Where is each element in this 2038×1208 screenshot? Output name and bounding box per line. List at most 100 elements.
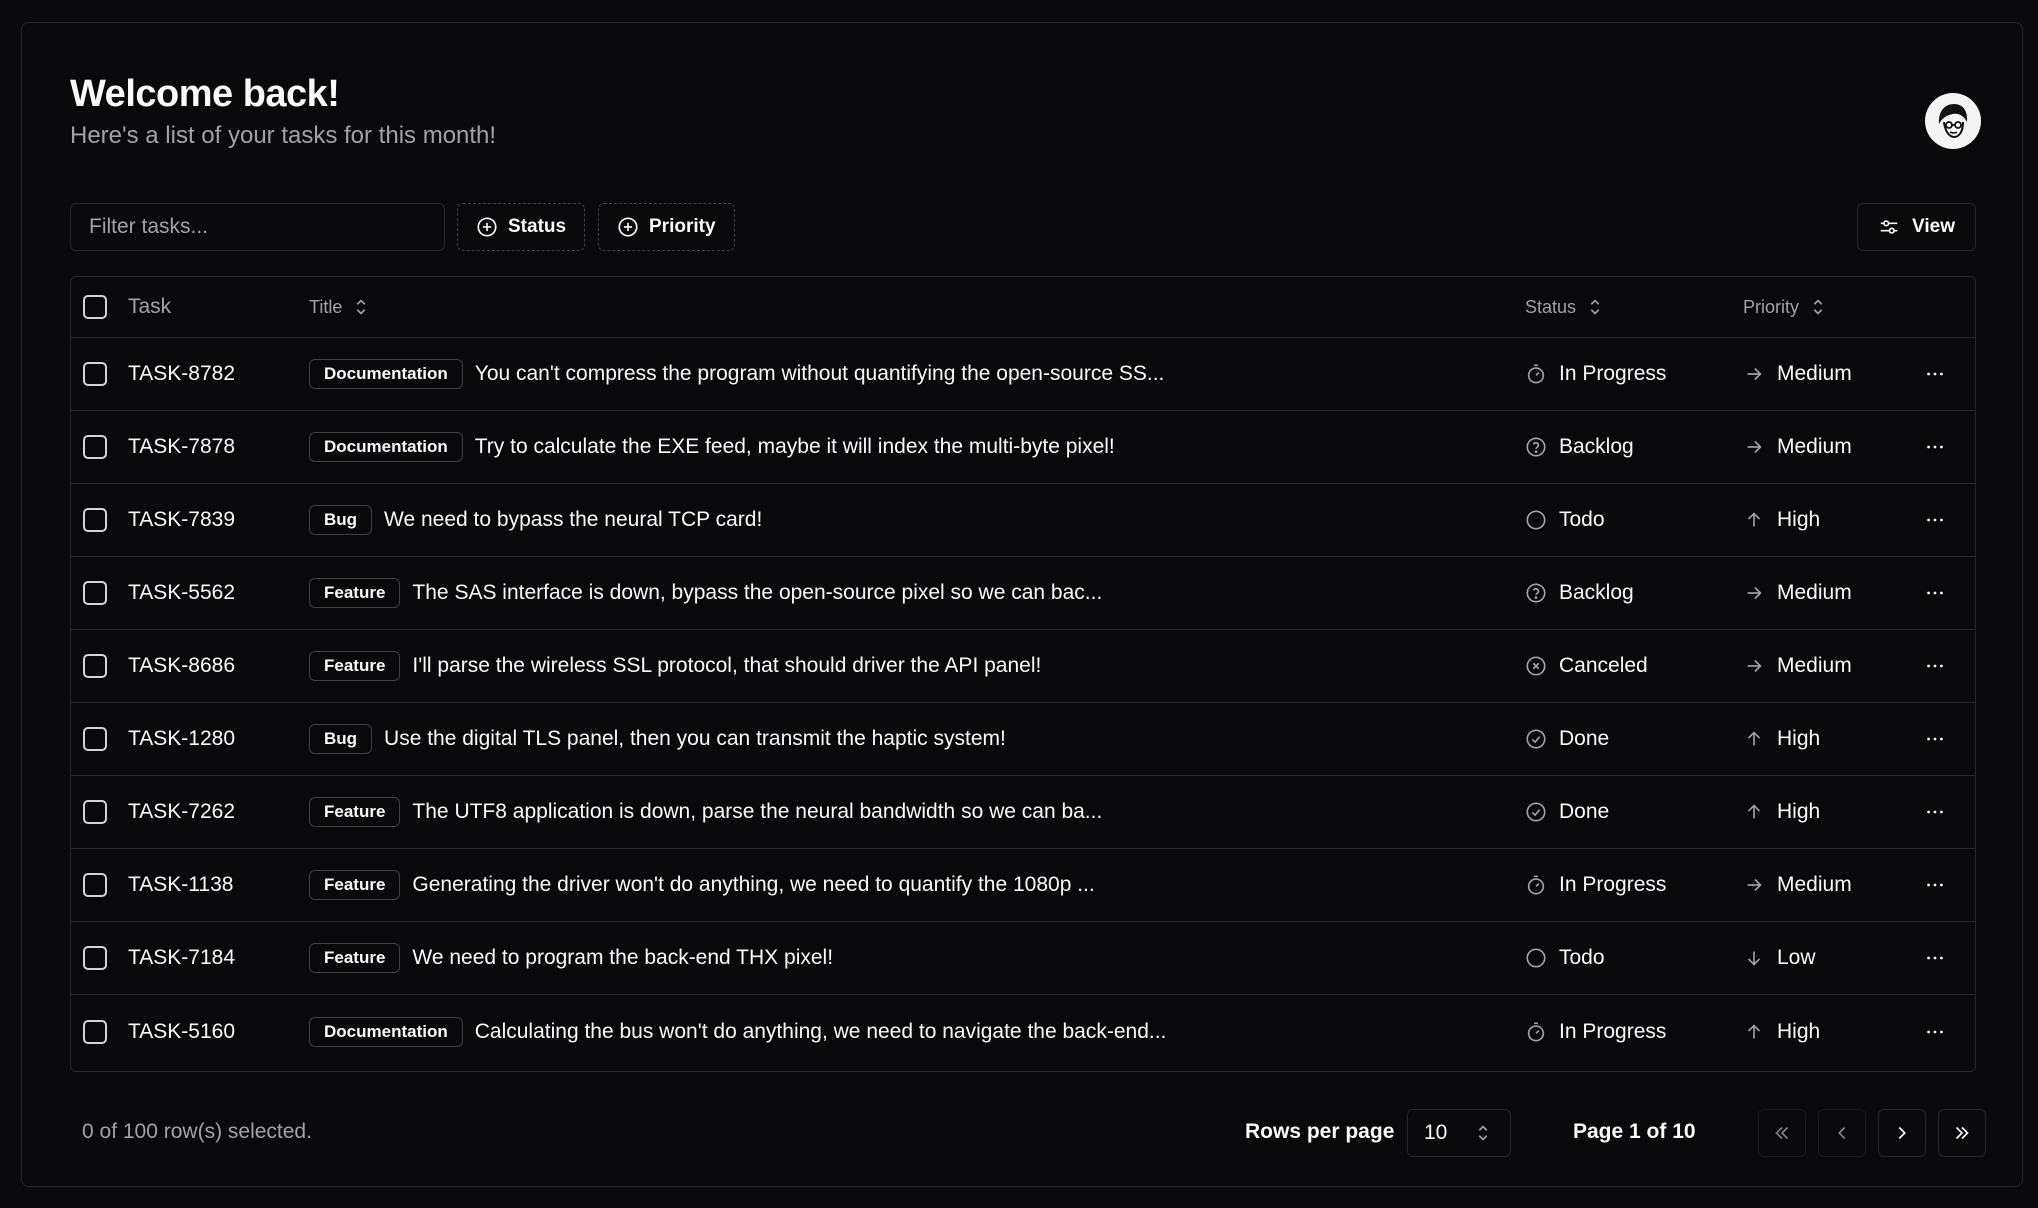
row-select-checkbox[interactable] bbox=[83, 654, 107, 678]
avatar-face-icon bbox=[1931, 99, 1975, 143]
previous-page-button[interactable] bbox=[1818, 1109, 1866, 1157]
arrow-up-icon bbox=[1743, 801, 1765, 823]
table-row[interactable]: TASK-1280 Bug Use the digital TLS panel, t… bbox=[71, 703, 1975, 776]
table-row[interactable]: TASK-7262 Feature The UTF8 application is … bbox=[71, 776, 1975, 849]
task-id: TASK-7839 bbox=[128, 508, 235, 531]
row-actions-button[interactable] bbox=[1915, 849, 1955, 921]
user-avatar[interactable] bbox=[1925, 93, 1981, 149]
table-row[interactable]: TASK-7184 Feature We need to program the b… bbox=[71, 922, 1975, 995]
row-actions-button[interactable] bbox=[1915, 630, 1955, 702]
row-select-checkbox[interactable] bbox=[83, 873, 107, 897]
table-row[interactable]: TASK-7839 Bug We need to bypass the neural… bbox=[71, 484, 1975, 557]
task-priority: Medium bbox=[1777, 362, 1852, 385]
tasks-table: Task Title Status Priority TASK-8782 Doc… bbox=[70, 276, 1976, 1072]
row-actions-button[interactable] bbox=[1915, 922, 1955, 994]
row-select-checkbox[interactable] bbox=[83, 581, 107, 605]
task-status-cell: Done bbox=[1525, 703, 1609, 775]
row-actions-button[interactable] bbox=[1915, 703, 1955, 775]
row-actions-button[interactable] bbox=[1915, 995, 1955, 1068]
view-options-button[interactable]: View bbox=[1857, 203, 1976, 251]
task-priority-cell: Medium bbox=[1743, 338, 1852, 410]
row-select-cell bbox=[83, 557, 107, 629]
task-priority: Medium bbox=[1777, 581, 1852, 604]
task-title: You can't compress the program without q… bbox=[474, 362, 1165, 385]
task-title-cell: Documentation Calculating the bus won't d… bbox=[309, 995, 1166, 1068]
task-status-cell: Backlog bbox=[1525, 411, 1634, 483]
page-header: Welcome back! Here's a list of your task… bbox=[70, 73, 496, 150]
column-header-status[interactable]: Status bbox=[1525, 277, 1606, 337]
task-title: The SAS interface is down, bypass the op… bbox=[412, 581, 1103, 604]
task-priority-cell: Medium bbox=[1743, 411, 1852, 483]
task-label-badge: Feature bbox=[309, 870, 401, 900]
task-status-cell: In Progress bbox=[1525, 995, 1666, 1068]
task-status-cell: Done bbox=[1525, 776, 1609, 848]
circle-icon bbox=[1525, 947, 1547, 969]
row-select-cell bbox=[83, 849, 107, 921]
row-select-checkbox[interactable] bbox=[83, 362, 107, 386]
row-select-cell bbox=[83, 338, 107, 410]
row-select-checkbox[interactable] bbox=[83, 1019, 107, 1044]
last-page-button[interactable] bbox=[1938, 1109, 1986, 1157]
first-page-button[interactable] bbox=[1758, 1109, 1806, 1157]
task-priority: High bbox=[1777, 727, 1821, 750]
row-actions-button[interactable] bbox=[1915, 411, 1955, 483]
more-horizontal-icon bbox=[1924, 801, 1946, 823]
task-priority: High bbox=[1777, 800, 1821, 823]
task-label-badge: Documentation bbox=[309, 1016, 463, 1047]
arrow-right-icon bbox=[1743, 874, 1765, 896]
row-select-checkbox[interactable] bbox=[83, 800, 107, 824]
arrow-down-icon bbox=[1743, 947, 1765, 969]
task-priority: High bbox=[1777, 508, 1821, 531]
priority-filter-button[interactable]: Priority bbox=[598, 203, 735, 251]
x-circle-icon bbox=[1525, 655, 1547, 677]
next-page-button[interactable] bbox=[1878, 1109, 1926, 1157]
column-header-title[interactable]: Title bbox=[309, 277, 372, 337]
row-select-checkbox[interactable] bbox=[83, 727, 107, 751]
task-status-cell: Todo bbox=[1525, 484, 1605, 556]
task-title: Generating the driver won't do anything,… bbox=[412, 873, 1095, 896]
page-title: Welcome back! bbox=[70, 73, 340, 115]
chevrons-up-down-icon bbox=[350, 296, 372, 318]
row-select-checkbox[interactable] bbox=[83, 946, 107, 970]
task-title: We need to program the back-end THX pixe… bbox=[412, 946, 834, 969]
arrow-right-icon bbox=[1743, 436, 1765, 458]
filter-tasks-input[interactable] bbox=[70, 203, 445, 251]
task-status-cell: In Progress bbox=[1525, 849, 1666, 921]
row-select-checkbox[interactable] bbox=[83, 508, 107, 532]
help-circle-icon bbox=[1525, 436, 1547, 458]
task-id: TASK-8782 bbox=[128, 362, 235, 385]
row-actions-button[interactable] bbox=[1915, 557, 1955, 629]
arrow-up-icon bbox=[1743, 509, 1765, 531]
table-row[interactable]: TASK-7878 Documentation Try to calculate t… bbox=[71, 411, 1975, 484]
task-status: Backlog bbox=[1559, 435, 1634, 458]
table-row[interactable]: TASK-5160 Documentation Calculating the bu… bbox=[71, 995, 1975, 1068]
table-footer: 0 of 100 row(s) selected. Rows per page … bbox=[70, 1108, 1986, 1158]
table-header-row: Task Title Status Priority bbox=[71, 277, 1975, 338]
select-all-checkbox[interactable] bbox=[83, 295, 107, 319]
task-label-badge: Documentation bbox=[309, 359, 463, 389]
row-actions-button[interactable] bbox=[1915, 776, 1955, 848]
task-status-cell: Backlog bbox=[1525, 557, 1634, 629]
task-id: TASK-7262 bbox=[128, 800, 235, 823]
chevrons-up-down-icon bbox=[1584, 296, 1606, 318]
task-title-cell: Feature I'll parse the wireless SSL proto… bbox=[309, 630, 1041, 702]
task-title-cell: Documentation Try to calculate the EXE fe… bbox=[309, 411, 1115, 483]
row-actions-button[interactable] bbox=[1915, 484, 1955, 556]
more-horizontal-icon bbox=[1924, 947, 1946, 969]
table-row[interactable]: TASK-8686 Feature I'll parse the wireless … bbox=[71, 630, 1975, 703]
row-select-checkbox[interactable] bbox=[83, 435, 107, 459]
table-row[interactable]: TASK-8782 Documentation You can't compress… bbox=[71, 338, 1975, 411]
view-options-label: View bbox=[1912, 216, 1955, 237]
task-status: Backlog bbox=[1559, 581, 1634, 604]
rows-per-page-value: 10 bbox=[1424, 1121, 1448, 1144]
task-title: We need to bypass the neural TCP card! bbox=[384, 508, 763, 531]
task-priority-cell: Medium bbox=[1743, 630, 1852, 702]
table-row[interactable]: TASK-1138 Feature Generating the driver wo… bbox=[71, 849, 1975, 922]
status-filter-button[interactable]: Status bbox=[457, 203, 586, 251]
table-row[interactable]: TASK-5562 Feature The SAS interface is dow… bbox=[71, 557, 1975, 630]
column-header-priority[interactable]: Priority bbox=[1743, 277, 1829, 337]
row-actions-button[interactable] bbox=[1915, 338, 1955, 410]
page-indicator: Page 1 of 10 bbox=[1573, 1120, 1696, 1143]
rows-per-page-select[interactable]: 10 bbox=[1407, 1109, 1511, 1157]
task-priority-cell: High bbox=[1743, 703, 1820, 775]
